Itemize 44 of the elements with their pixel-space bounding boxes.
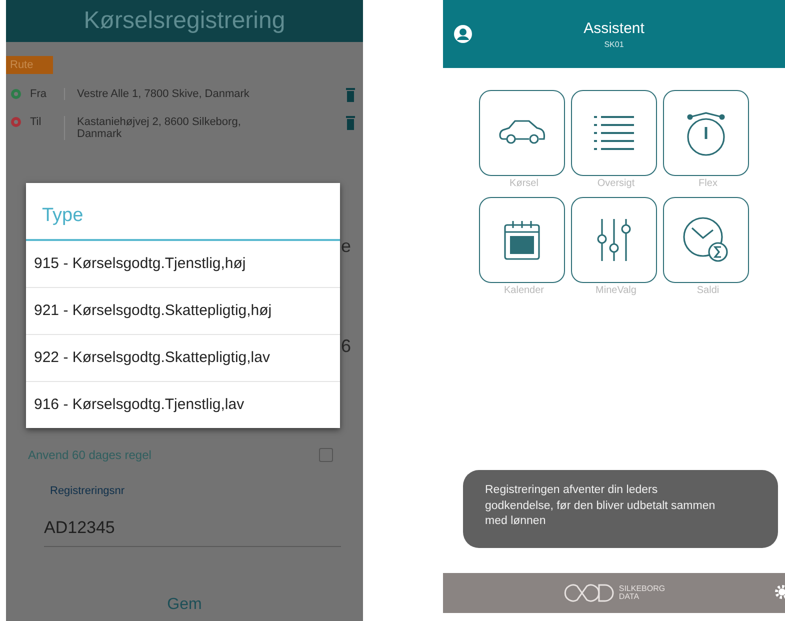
stopwatch-icon xyxy=(684,109,728,157)
tile-label: Oversigt xyxy=(597,178,635,189)
trash-icon[interactable] xyxy=(346,116,355,130)
field-label: Registreringsnr xyxy=(50,485,125,497)
type-option[interactable]: 915 - Kørselsgodtg.Tjenstlig,høj xyxy=(26,241,340,288)
clock-sum-icon xyxy=(682,216,730,264)
tile-label: Kørsel xyxy=(510,178,538,189)
app-subtitle: SK01 xyxy=(604,40,624,48)
menu-tile[interactable] xyxy=(479,90,565,176)
registration-field[interactable]: AD12345 xyxy=(44,518,341,547)
trash-icon[interactable] xyxy=(346,88,355,102)
checkbox[interactable] xyxy=(319,448,333,462)
stop-label: Til xyxy=(30,116,42,128)
tile-label: Saldi xyxy=(696,285,720,296)
stop-label: Fra xyxy=(30,88,48,100)
tile-label: Kalender xyxy=(504,285,544,296)
stop-address: Vestre Alle 1, 7800 Skive, Danmark xyxy=(64,88,338,100)
type-option[interactable]: 921 - Kørselsgodtg.Skattepligtig,høj xyxy=(26,288,340,335)
partial-text: e xyxy=(340,236,351,257)
toast-message: Registreringen afventer din leders godkendelse, før den bliver udbetalt sammen med lønnen xyxy=(463,470,778,548)
screen-title: Kørselsregistrering xyxy=(6,0,363,42)
list-icon xyxy=(593,113,635,153)
type-option[interactable]: 922 - Kørselsgodtg.Skattepligtig,lav xyxy=(26,335,340,382)
stop-address: Kastaniehøjvej 2, 8600 Silkeborg, Danmark xyxy=(64,116,338,140)
dialog-title: Type xyxy=(26,183,340,241)
app-title: Assistent xyxy=(584,20,644,36)
checkbox-label: Anvend 60 dages regel xyxy=(28,448,152,462)
calendar-icon xyxy=(503,219,541,261)
menu-tile[interactable] xyxy=(479,197,565,283)
user-avatar-icon[interactable] xyxy=(453,24,473,44)
menu-tile[interactable] xyxy=(571,197,657,283)
end-marker-icon xyxy=(10,116,22,128)
tile-label: MineValg xyxy=(596,285,636,296)
logo-icon xyxy=(562,583,615,603)
menu-tile[interactable] xyxy=(663,90,749,176)
menu-tile[interactable] xyxy=(571,90,657,176)
partial-text: 6 xyxy=(340,336,351,357)
logo-text: SILKEBORG xyxy=(618,585,666,593)
route-tag: Rute xyxy=(6,56,54,74)
type-option[interactable]: 916 - Kørselsgodtg.Tjenstlig,lav xyxy=(26,382,340,428)
tile-label: Flex xyxy=(698,178,718,189)
menu-tile[interactable] xyxy=(663,197,749,283)
start-marker-icon xyxy=(10,88,22,100)
logo-text: DATA xyxy=(618,593,640,601)
